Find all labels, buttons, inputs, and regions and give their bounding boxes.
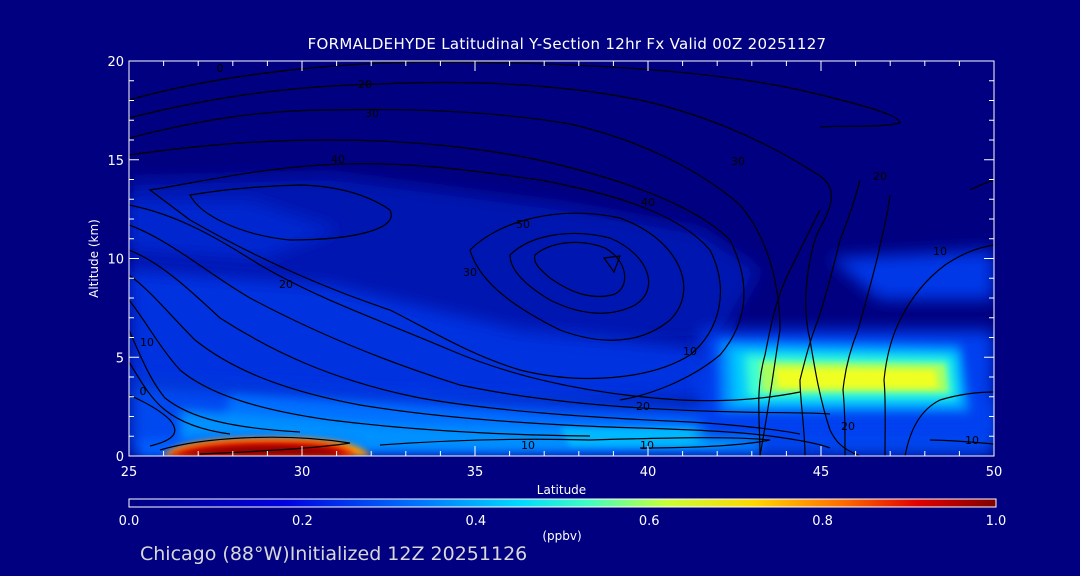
contour-label-3: 40: [331, 153, 345, 166]
colorbar-tick-label-3: 0.6: [639, 514, 660, 529]
colorbar-unit-label: (ppbv): [542, 529, 581, 543]
colorbar-ramp: [128, 498, 997, 508]
colorbar-tick-label-1: 0.2: [292, 514, 313, 529]
y-tick-label-4: 20: [107, 55, 124, 70]
contour-label-11: 10: [521, 439, 535, 452]
contour-label-4: 50: [516, 218, 530, 231]
contour-label-18: 0: [140, 385, 147, 398]
x-axis-label: Latitude: [537, 483, 586, 497]
x-tick-label-5: 50: [986, 465, 1003, 480]
y-tick-label-1: 5: [116, 351, 124, 366]
location-label: Chicago (88°W)Initialized 12Z 20251126: [140, 543, 528, 565]
contour-label-16: 10: [965, 434, 979, 447]
contour-label-13: 20: [873, 170, 887, 183]
contour-label-7: 20: [279, 278, 293, 291]
contour-label-0: 0: [217, 62, 224, 75]
y-axis-label: Altitude (km): [87, 219, 101, 298]
colorbar-tick-label-0: 0.0: [119, 514, 140, 529]
x-tick-label-3: 40: [640, 465, 657, 480]
contour-label-15: 20: [841, 420, 855, 433]
heat-region-14: [775, 368, 938, 388]
y-tick-label-2: 10: [107, 253, 124, 268]
colorbar-tick-label-4: 0.8: [812, 514, 833, 529]
contour-label-17: 10: [140, 336, 154, 349]
y-tick-label-3: 15: [107, 154, 124, 169]
x-tick-label-2: 35: [467, 465, 484, 480]
chart-svg: 020304050403020102010103020102010100 25 3…: [87, 55, 1007, 543]
contour-label-2: 30: [365, 107, 379, 120]
contour-label-5: 40: [641, 196, 655, 209]
x-tick-label-1: 30: [294, 465, 311, 480]
colorbar-tick-label-2: 0.4: [465, 514, 486, 529]
colorbar: 0.0 0.2 0.4 0.6 0.8 1.0 (ppbv): [119, 498, 1007, 543]
contour-26: [969, 179, 994, 191]
x-tick-label-4: 45: [813, 465, 830, 480]
contour-label-10: 10: [640, 439, 654, 452]
x-tick-label-0: 25: [121, 465, 138, 480]
contour-label-9: 20: [636, 400, 650, 413]
contour-label-6: 30: [463, 266, 477, 279]
contour-label-8: 10: [683, 345, 697, 358]
y-tick-label-0: 0: [116, 450, 124, 465]
contour-label-1: 20: [358, 78, 372, 91]
contour-label-14: 10: [933, 245, 947, 258]
heat-region-8: [830, 250, 994, 300]
contour-label-12: 30: [731, 155, 745, 168]
colorbar-tick-label-5: 1.0: [986, 514, 1007, 529]
